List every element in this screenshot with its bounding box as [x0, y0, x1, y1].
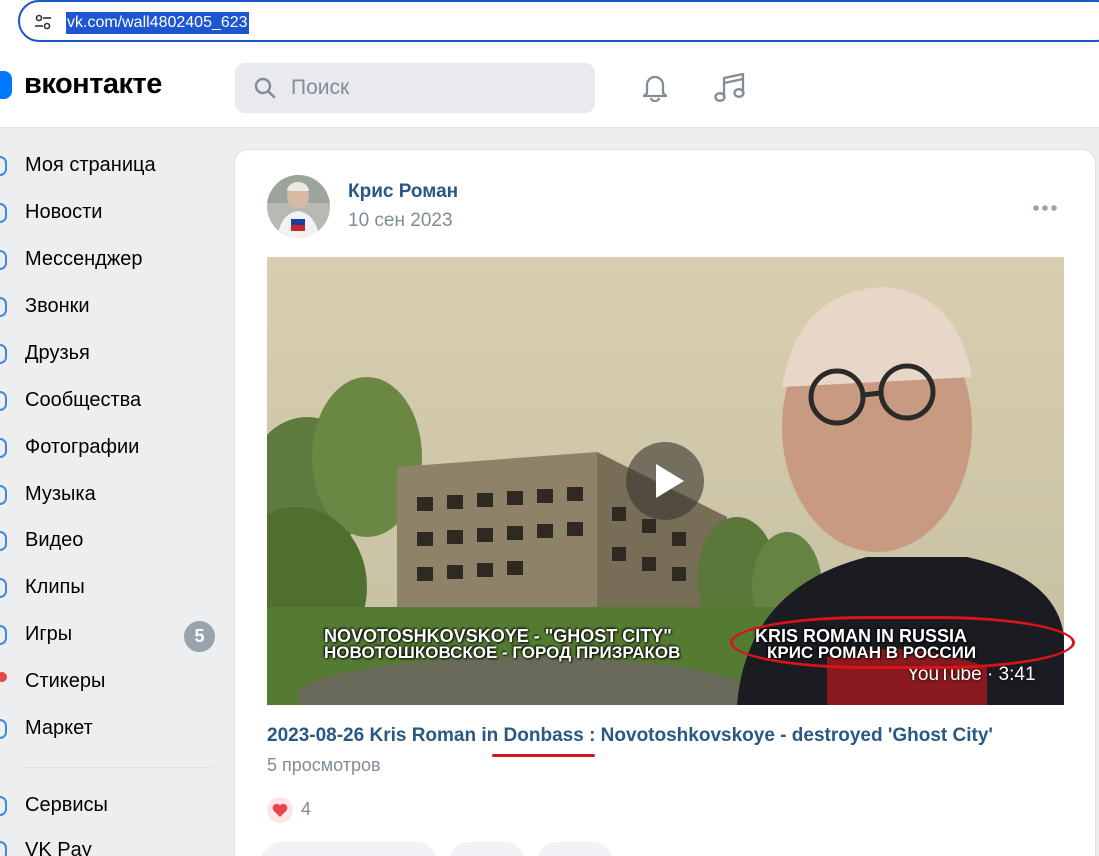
sidebar-item-label: Стикеры: [25, 670, 106, 692]
play-button[interactable]: [626, 442, 704, 520]
sidebar-divider: [24, 767, 212, 768]
wall-post: Крис Роман 10 сен 2023 NOVOTOSHKOVSKOYE …: [234, 149, 1096, 856]
message-icon: [0, 250, 7, 270]
photo-icon: [0, 438, 7, 458]
user-icon: [0, 156, 7, 176]
sidebar-item-label: Фотографии: [25, 436, 140, 458]
sidebar-item-communities[interactable]: Сообщества: [0, 381, 220, 421]
search-placeholder: Поиск: [291, 76, 350, 99]
sidebar-item-market[interactable]: Маркет: [0, 709, 220, 749]
sidebar-item-label: Видео: [25, 529, 84, 551]
music-note-icon: [0, 485, 7, 505]
sidebar-item-label: Игры: [25, 623, 73, 645]
sidebar-item-label: VK Pay: [25, 839, 92, 856]
news-icon: [0, 203, 7, 223]
vk-logo-icon[interactable]: [0, 71, 12, 99]
sidebar-item-label: Клипы: [25, 576, 85, 598]
annotation-oval: [730, 616, 1075, 669]
heart-icon[interactable]: [267, 797, 293, 823]
play-icon: [656, 464, 684, 498]
sidebar-item-label: Музыка: [25, 483, 96, 505]
new-indicator-dot: [0, 672, 7, 682]
share-button[interactable]: [537, 842, 613, 856]
annotation-underline: [492, 754, 595, 757]
vk-pay-icon: [0, 841, 7, 856]
sidebar-item-label: Звонки: [25, 295, 90, 317]
sidebar-item-label: Сообщества: [25, 389, 142, 411]
vk-logo[interactable]: вконтакте: [24, 68, 162, 101]
comment-button[interactable]: [449, 842, 525, 856]
video-icon: [0, 531, 7, 551]
sidebar-item-vk-pay[interactable]: VK Pay: [0, 831, 220, 856]
sidebar-item-games[interactable]: Игры 5: [0, 615, 220, 655]
address-url[interactable]: vk.com/wall4802405_623: [66, 12, 249, 34]
left-sidebar: Моя страница Новости Мессенджер Звонки Д…: [0, 128, 225, 856]
post-date[interactable]: 10 сен 2023: [348, 210, 453, 232]
services-icon: [0, 796, 7, 816]
sidebar-item-services[interactable]: Сервисы: [0, 786, 220, 826]
view-count: 5 просмотров: [267, 755, 381, 775]
sidebar-item-video[interactable]: Видео: [0, 521, 220, 561]
author-avatar-image: [267, 175, 330, 238]
search-icon: [254, 77, 276, 99]
site-settings-icon[interactable]: [34, 13, 52, 31]
communities-icon: [0, 391, 7, 411]
sidebar-item-news[interactable]: Новости: [0, 193, 220, 233]
sidebar-item-photos[interactable]: Фотографии: [0, 428, 220, 468]
sidebar-item-messenger[interactable]: Мессенджер: [0, 240, 220, 280]
post-author-name[interactable]: Крис Роман: [348, 181, 458, 203]
sidebar-item-label: Моя страница: [25, 154, 156, 176]
search-input[interactable]: Поиск: [235, 63, 595, 113]
sidebar-item-calls[interactable]: Звонки: [0, 287, 220, 327]
like-count: 4: [301, 799, 312, 819]
browser-toolbar: vk.com/wall4802405_623: [0, 0, 1099, 46]
sidebar-item-label: Сервисы: [25, 794, 108, 816]
sidebar-item-label: Друзья: [25, 342, 90, 364]
music-icon[interactable]: [712, 70, 748, 106]
more-options-icon[interactable]: [1031, 202, 1059, 214]
sidebar-item-music[interactable]: Музыка: [0, 475, 220, 515]
sidebar-item-stickers[interactable]: Стикеры: [0, 662, 220, 702]
vk-header: вконтакте Поиск: [0, 46, 1099, 128]
games-icon: [0, 625, 7, 645]
avatar[interactable]: [267, 175, 330, 238]
games-count-badge: 5: [184, 621, 215, 652]
sidebar-item-my-page[interactable]: Моя страница: [0, 146, 220, 186]
sidebar-item-clips[interactable]: Клипы: [0, 568, 220, 608]
friends-icon: [0, 344, 7, 364]
sidebar-item-label: Новости: [25, 201, 103, 223]
video-caption-left-line2: НОВОТОШКОВСКОЕ - ГОРОД ПРИЗРАКОВ: [324, 643, 681, 662]
notifications-bell-icon[interactable]: [638, 70, 672, 104]
address-bar[interactable]: vk.com/wall4802405_623: [18, 0, 1099, 42]
like-button[interactable]: [261, 842, 437, 856]
market-icon: [0, 719, 7, 739]
sidebar-item-label: Мессенджер: [25, 248, 143, 270]
phone-icon: [0, 297, 7, 317]
sidebar-item-friends[interactable]: Друзья: [0, 334, 220, 374]
video-title-link[interactable]: 2023-08-26 Kris Roman in Donbass : Novot…: [267, 725, 993, 747]
sidebar-item-label: Маркет: [25, 717, 93, 739]
clips-icon: [0, 578, 7, 598]
